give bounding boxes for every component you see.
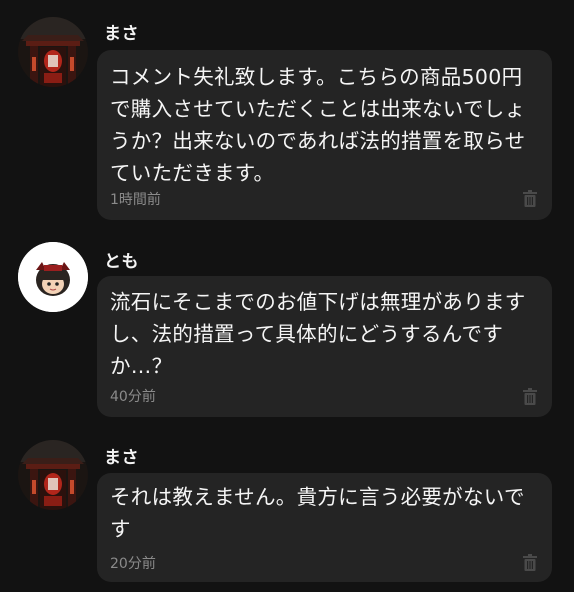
gate-photo-icon (18, 17, 88, 87)
avatar[interactable] (18, 440, 88, 510)
comment-timestamp: 1時間前 (110, 192, 161, 208)
username[interactable]: まさ (104, 443, 139, 468)
trash-icon[interactable] (523, 388, 537, 405)
avatar[interactable] (18, 242, 88, 312)
gate-photo-icon (18, 440, 88, 510)
comment-timestamp: 40分前 (110, 389, 156, 405)
comment-text: それは教えません。貴方に言う必要がないです (110, 485, 525, 541)
comment-bubble: 流石にそこまでのお値下げは無理がありますし、法的措置って具体的にどうするんですか… (97, 276, 552, 417)
username[interactable]: まさ (104, 19, 139, 44)
comment-text: 流石にそこまでのお値下げは無理がありますし、法的措置って具体的にどうするんですか… (110, 290, 526, 378)
character-avatar-icon (18, 242, 88, 312)
comment-item: まさ コメント失礼致します。こちらの商品500円で購入させていただくことは出来な… (0, 0, 574, 230)
trash-icon[interactable] (523, 190, 537, 207)
comment-text: コメント失礼致します。こちらの商品500円で購入させていただくことは出来ないでし… (110, 65, 526, 185)
comment-item: まさ それは教えません。貴方に言う必要がないです 20分前 (0, 430, 574, 592)
comment-item: とも 流石にそこまでのお値下げは無理がありますし、法的措置って具体的にどうするん… (0, 230, 574, 430)
trash-icon[interactable] (523, 554, 537, 571)
comment-bubble: それは教えません。貴方に言う必要がないです 20分前 (97, 473, 552, 582)
username[interactable]: とも (104, 247, 139, 272)
comment-timestamp: 20分前 (110, 556, 156, 572)
comment-bubble: コメント失礼致します。こちらの商品500円で購入させていただくことは出来ないでし… (97, 50, 552, 220)
avatar[interactable] (18, 17, 88, 87)
